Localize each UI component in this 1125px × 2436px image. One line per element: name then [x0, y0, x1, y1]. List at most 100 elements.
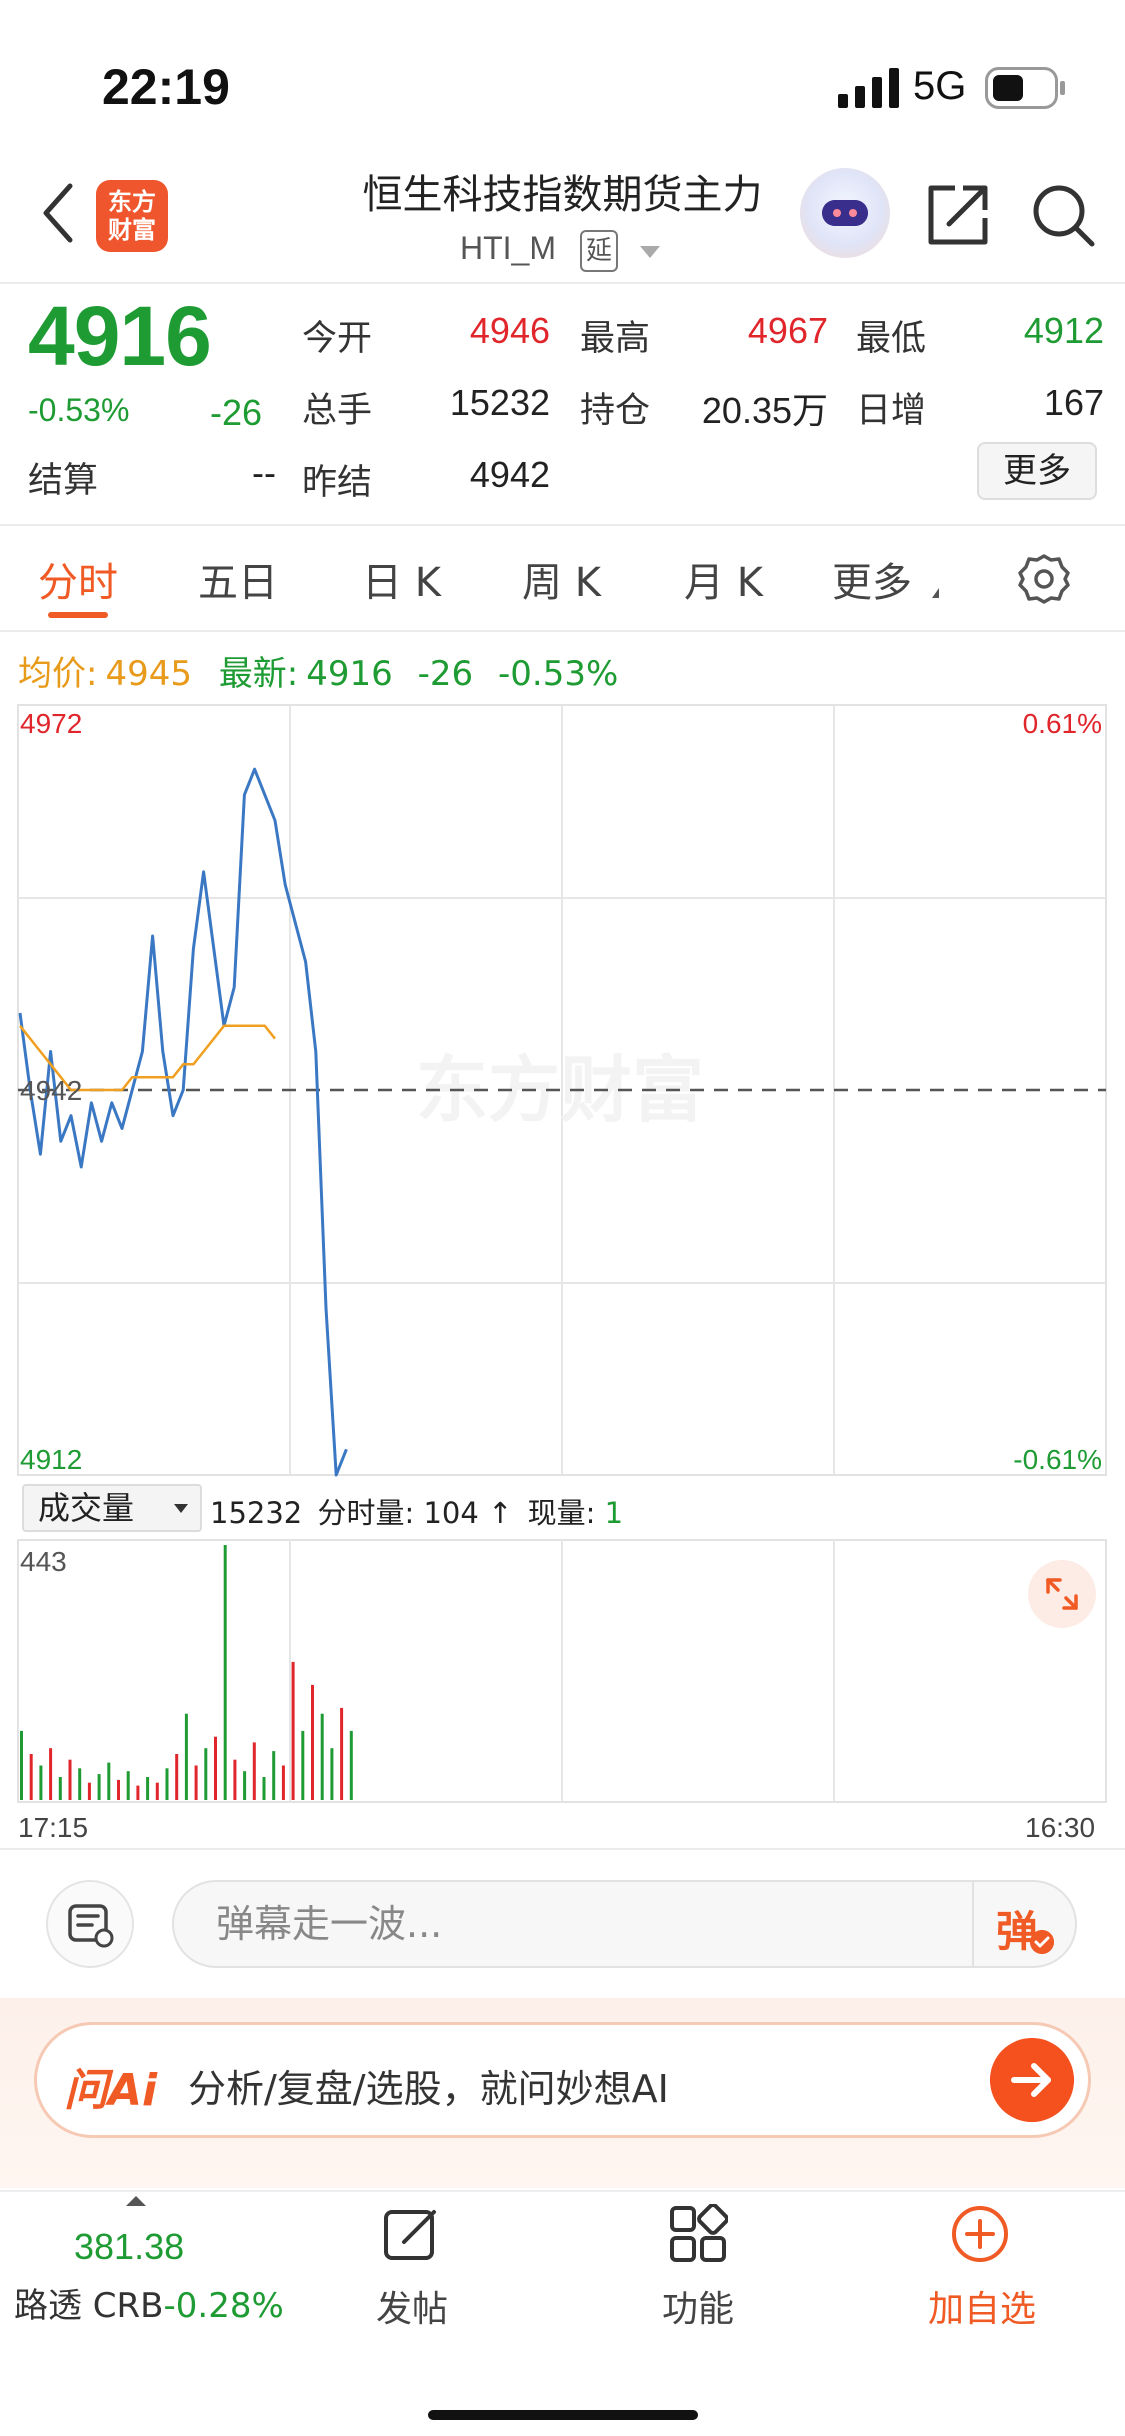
- volume-bar: [155, 1782, 159, 1800]
- index-ticker[interactable]: 路透 CRB-0.28%: [14, 2278, 284, 2327]
- volume-bar: [39, 1765, 43, 1800]
- quote-field-value: 4912: [1023, 310, 1104, 351]
- volume-total: 15232: [210, 1496, 303, 1530]
- caret-down-icon[interactable]: [640, 246, 660, 258]
- quote-field-label: 昨结: [302, 463, 373, 503]
- volume-bar: [136, 1785, 140, 1800]
- volume-bar: [184, 1713, 188, 1800]
- volume-bar: [87, 1782, 91, 1800]
- tab-intraday[interactable]: 分时: [38, 550, 118, 608]
- quote-field-label: 持仓: [580, 391, 651, 431]
- more-quote-button[interactable]: 更多: [977, 442, 1097, 500]
- share-icon[interactable]: [925, 182, 991, 248]
- page-title: 恒生科技指数期货主力: [362, 172, 763, 218]
- add-circle-icon[interactable]: [950, 2204, 1010, 2264]
- danmu-settings-button[interactable]: [46, 1880, 134, 1968]
- back-icon[interactable]: [38, 178, 80, 248]
- volume-bar: [340, 1707, 344, 1800]
- time-start-label: 17:15: [18, 1812, 89, 1843]
- volume-bar: [78, 1768, 82, 1800]
- nav-function[interactable]: 功能: [662, 2280, 734, 2332]
- tab-weekly-k[interactable]: 周 K: [522, 550, 601, 608]
- quote-field-value: 15232: [449, 382, 550, 423]
- volume-max-label: 443: [20, 1546, 67, 1577]
- edit-post-icon[interactable]: [382, 2204, 442, 2264]
- chart-divider: [0, 1848, 1125, 1850]
- delay-badge: 延: [580, 230, 618, 272]
- volume-bar: [204, 1748, 208, 1800]
- period-volume-value: 104: [423, 1496, 479, 1530]
- volume-bar: [194, 1765, 198, 1800]
- tab-daily-k[interactable]: 日 K: [362, 550, 441, 608]
- avg-label: 均价:: [18, 654, 98, 694]
- pct-max-label: 0.61%: [1023, 708, 1102, 739]
- change-amount: -26: [210, 392, 263, 433]
- nav-post[interactable]: 发帖: [376, 2280, 448, 2332]
- quote-field-value: 167: [1043, 382, 1104, 423]
- quote-field-value: 20.35万: [701, 390, 828, 431]
- volume-bar: [97, 1774, 101, 1800]
- expand-icon[interactable]: [1028, 1560, 1096, 1628]
- caret-down-icon: [174, 1504, 188, 1513]
- volume-bar: [262, 1777, 266, 1800]
- nav-add-watchlist[interactable]: 加自选: [928, 2280, 1036, 2332]
- quote-field-label: 今开: [302, 319, 373, 359]
- ai-logo: 问Ai: [64, 2065, 158, 2116]
- volume-bar: [117, 1779, 120, 1800]
- status-time: 22:19: [102, 59, 230, 115]
- volume-bar: [330, 1748, 334, 1800]
- volume-bar: [29, 1754, 33, 1800]
- app-logo[interactable]: 东方 财富: [96, 180, 168, 252]
- index-percent: -0.28%: [163, 2286, 284, 2326]
- tab-five-day[interactable]: 五日: [198, 550, 278, 608]
- settlement-value: --: [252, 452, 276, 493]
- check-badge-icon: [1030, 1930, 1054, 1954]
- quote-field-value: 4967: [747, 310, 828, 351]
- time-end-label: 16:30: [1025, 1812, 1096, 1843]
- volume-bar: [233, 1759, 237, 1800]
- volume-bar: [146, 1777, 150, 1800]
- now-volume-label: 现量:: [527, 1496, 596, 1530]
- latest-label: 最新:: [218, 654, 299, 694]
- caret-up-icon[interactable]: [126, 2196, 146, 2206]
- settlement-label: 结算: [28, 461, 99, 501]
- volume-bar: [291, 1661, 295, 1800]
- change-percent: -0.53%: [28, 392, 130, 428]
- contract-code[interactable]: HTI_M: [460, 230, 556, 267]
- tab-active-indicator: [48, 612, 108, 618]
- intraday-info: 均价: 4945 最新: 4916 -26 -0.53%: [18, 646, 618, 695]
- volume-bar: [320, 1713, 324, 1800]
- caret-icon: [932, 588, 939, 598]
- battery-icon: [985, 67, 1065, 109]
- up-arrow-icon: ↑: [488, 1496, 513, 1530]
- volume-bar: [165, 1768, 169, 1800]
- quote-field-value: 4942: [469, 454, 550, 495]
- tab-more[interactable]: 更多: [832, 550, 912, 608]
- index-value[interactable]: 381.38: [74, 2226, 184, 2268]
- volume-bar: [58, 1777, 62, 1800]
- y-max-label: 4972: [20, 708, 82, 739]
- intraday-chart[interactable]: 东方财富 4972 4942 4912 0.61% -0.61% 443: [0, 695, 1125, 1835]
- arrow-right-icon[interactable]: [990, 2038, 1074, 2122]
- quote-field-value: 4946: [469, 310, 550, 351]
- signal-icon: [838, 68, 899, 108]
- ai-prompt-text: 分析/复盘/选股，就问妙想AI: [188, 2067, 669, 2111]
- current-price: 4916: [28, 289, 212, 383]
- gear-icon[interactable]: [1017, 552, 1071, 606]
- network-label: 5G: [913, 64, 967, 108]
- volume-bar: [175, 1754, 179, 1800]
- y-min-label: 4912: [20, 1444, 82, 1475]
- volume-bar: [223, 1545, 227, 1800]
- tab-monthly-k[interactable]: 月 K: [684, 550, 763, 608]
- input-separator: [972, 1882, 974, 1966]
- latest-value: 4916: [306, 654, 393, 694]
- volume-bar: [243, 1771, 247, 1800]
- danmu-toggle[interactable]: 弹: [996, 1898, 1038, 1959]
- volume-bar: [107, 1762, 111, 1800]
- search-icon[interactable]: [1030, 182, 1096, 248]
- avg-value: 4945: [105, 654, 192, 694]
- apps-grid-icon[interactable]: [668, 2204, 728, 2264]
- quote-field-label: 最低: [856, 319, 927, 359]
- danmu-input[interactable]: 弹幕走一波...: [172, 1880, 1077, 1968]
- volume-bar: [20, 1730, 23, 1800]
